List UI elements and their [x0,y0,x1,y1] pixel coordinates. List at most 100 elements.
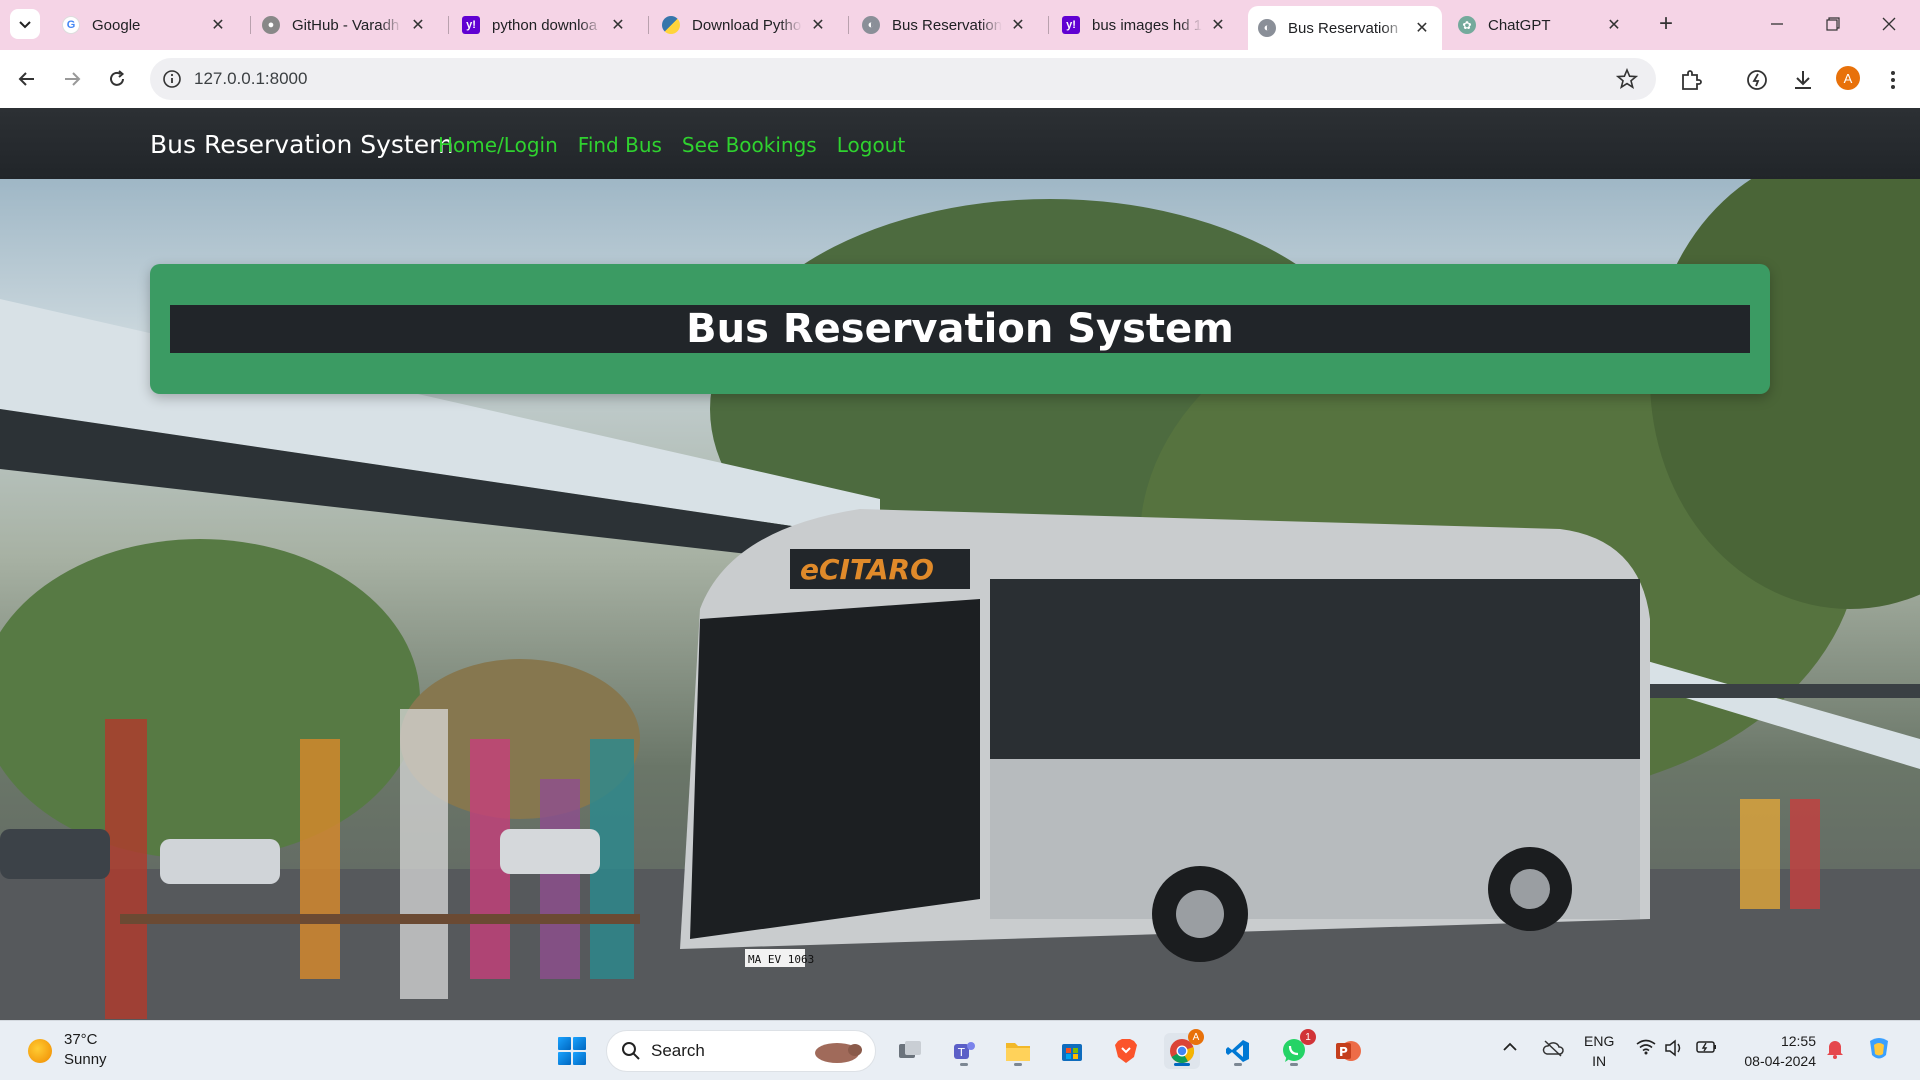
tab-python-download[interactable]: y! python downloa ✕ [452,8,638,42]
download-icon [1795,71,1811,89]
restore-button[interactable] [1810,8,1856,40]
file-explorer-button[interactable] [1000,1033,1036,1069]
chrome-button[interactable]: A [1164,1029,1204,1069]
copilot-icon [1870,1038,1888,1059]
menu-button[interactable] [1880,67,1906,93]
battery-status[interactable] [1696,1039,1718,1055]
nav-logout[interactable]: Logout [837,133,905,157]
onedrive-status[interactable] [1542,1039,1564,1057]
bookmark-star-icon[interactable] [1616,68,1638,90]
new-tab-button[interactable]: + [1652,10,1680,38]
task-view-button[interactable] [892,1033,928,1069]
weather-temperature[interactable]: 37°C [64,1031,98,1048]
weather-sun-icon[interactable] [28,1039,52,1063]
performance-button[interactable] [1744,67,1770,93]
address-bar[interactable]: 127.0.0.1:8000 [150,58,1656,100]
svg-text:P: P [1339,1045,1348,1059]
close-icon[interactable]: ✕ [1412,18,1432,38]
url-text[interactable]: 127.0.0.1:8000 [194,69,307,89]
google-icon: G [62,16,80,34]
forward-button[interactable] [55,62,89,96]
tab-separator [848,16,849,34]
tab-bus-reservation-1[interactable]: ◐ Bus Reservation : ✕ [852,8,1038,42]
folder-icon [1006,1043,1030,1061]
close-icon[interactable]: ✕ [1208,15,1228,35]
battery-charging-icon [1696,1041,1716,1053]
teams-button[interactable]: T [946,1033,982,1069]
profile-avatar[interactable]: A [1836,66,1860,90]
yahoo-icon: y! [1062,16,1080,34]
wifi-status[interactable] [1636,1039,1656,1055]
globe-icon: ◐ [1258,19,1276,37]
system-clock[interactable]: 12:55 08-04-2024 [1736,1031,1816,1071]
brave-button[interactable] [1108,1033,1144,1069]
close-icon[interactable]: ✕ [808,15,828,35]
tab-chatgpt[interactable]: ✿ ChatGPT ✕ [1448,8,1634,42]
show-hidden-icons[interactable] [1502,1039,1518,1055]
bus-license-plate: MA EV 1063 [748,953,814,966]
close-icon[interactable]: ✕ [408,15,428,35]
tab-separator [448,16,449,34]
running-indicator [1234,1063,1242,1066]
site-navbar: Bus Reservation System Home/Login Find B… [0,108,1920,179]
minimize-button[interactable] [1754,8,1800,40]
start-button[interactable] [558,1037,586,1065]
site-brand[interactable]: Bus Reservation System [150,130,453,159]
clock-date: 08-04-2024 [1744,1053,1816,1069]
nav-find-bus[interactable]: Find Bus [578,133,662,157]
close-icon[interactable]: ✕ [208,15,228,35]
reload-icon [110,70,125,86]
store-button[interactable] [1054,1033,1090,1069]
clock-time: 12:55 [1780,1033,1816,1049]
extensions-button[interactable] [1678,67,1704,93]
bell-icon [1827,1041,1843,1059]
whatsapp-button[interactable]: 1 [1276,1029,1316,1069]
running-indicator [1290,1063,1298,1066]
tab-bus-images[interactable]: y! bus images hd 1 ✕ [1052,8,1238,42]
close-icon[interactable]: ✕ [1008,15,1028,35]
close-window-button[interactable] [1866,8,1912,40]
site-info-icon[interactable] [162,69,182,89]
tab-title: bus images hd 1 [1092,16,1202,34]
tab-google[interactable]: G Google ✕ [52,8,238,42]
weather-condition[interactable]: Sunny [64,1051,107,1068]
globe-icon: ◐ [862,16,880,34]
copilot-button[interactable] [1864,1035,1894,1065]
taskbar-search[interactable]: Search [606,1030,876,1072]
nav-home-login[interactable]: Home/Login [438,133,558,157]
restore-icon [1826,17,1840,31]
volume-status[interactable] [1664,1039,1684,1057]
running-indicator [960,1063,968,1066]
speaker-icon [1665,1039,1681,1057]
minimize-icon [1771,23,1783,25]
notifications-button[interactable] [1826,1039,1844,1059]
close-icon[interactable]: ✕ [608,15,628,35]
cloud-off-icon [1542,1040,1564,1057]
input-language[interactable]: ENG IN [1584,1031,1614,1071]
back-button[interactable] [10,62,44,96]
vscode-button[interactable] [1220,1033,1256,1069]
browser-tab-strip: G Google ✕ ● GitHub - Varadh ✕ y! python… [0,0,1920,50]
close-icon[interactable]: ✕ [1604,15,1624,35]
nav-see-bookings[interactable]: See Bookings [682,133,817,157]
page-viewport: Bus Reservation System Home/Login Find B… [0,108,1920,1020]
chatgpt-icon: ✿ [1458,16,1476,34]
search-label: Search [651,1041,705,1060]
github-icon: ● [262,16,280,34]
powerpoint-button[interactable]: P [1330,1033,1366,1069]
tab-bus-reservation-active[interactable]: ◐ Bus Reservation ✕ [1248,6,1442,50]
downloads-button[interactable] [1790,67,1816,93]
tab-separator [1048,16,1049,34]
python-icon [662,16,680,34]
windows-taskbar: 37°C Sunny Search T A 1 P ENG IN 12:55 0… [0,1020,1920,1080]
tab-github[interactable]: ● GitHub - Varadh ✕ [252,8,438,42]
yahoo-icon: y! [462,16,480,34]
tab-title: GitHub - Varadh [292,16,400,34]
reload-button[interactable] [100,62,134,96]
page-title: Bus Reservation System [686,306,1234,352]
notification-badge: 1 [1300,1029,1316,1045]
tab-search-button[interactable] [10,9,40,39]
tab-download-python[interactable]: Download Pytho ✕ [652,8,838,42]
close-icon [1882,17,1896,31]
language-code: ENG [1584,1033,1615,1049]
